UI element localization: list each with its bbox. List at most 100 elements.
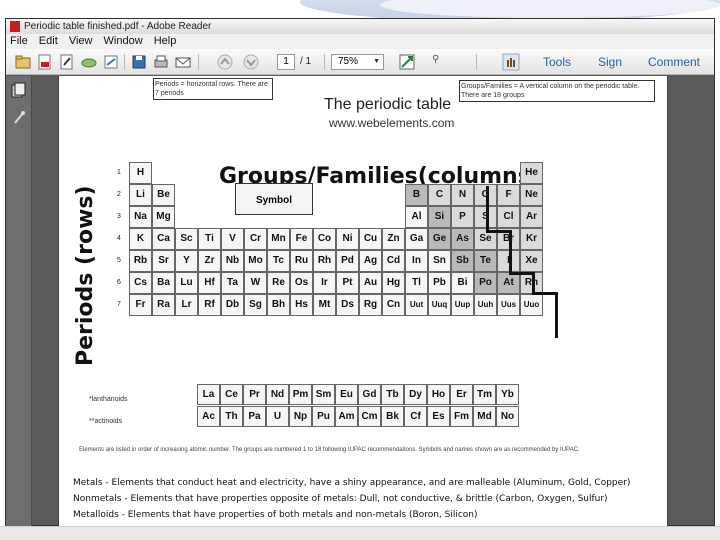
element-cell: Te bbox=[474, 250, 497, 272]
toolbar-separator bbox=[124, 54, 125, 70]
fit-page-icon[interactable] bbox=[398, 53, 416, 71]
actinoids-label: **actinoids bbox=[89, 418, 123, 425]
element-cell: Hg bbox=[382, 272, 405, 294]
element-cell: Ra bbox=[152, 294, 175, 316]
chevron-down-icon: ▼ bbox=[373, 58, 380, 65]
element-cell: Pd bbox=[336, 250, 359, 272]
save-icon[interactable] bbox=[130, 53, 148, 71]
element-key-box: Symbol bbox=[235, 183, 313, 215]
element-cell: No bbox=[496, 406, 519, 427]
element-cell: Db bbox=[221, 294, 244, 316]
element-cell: Ca bbox=[152, 228, 175, 250]
element-cell: La bbox=[197, 384, 220, 405]
metalloid-staircase-line bbox=[486, 186, 489, 232]
next-page-icon[interactable] bbox=[242, 53, 260, 71]
element-cell: Bk bbox=[381, 406, 404, 427]
menu-window[interactable]: Window bbox=[100, 34, 147, 49]
metalloid-staircase-line bbox=[486, 230, 510, 233]
element-cell: Sc bbox=[175, 228, 198, 250]
taskbar bbox=[0, 526, 720, 540]
element-cell: B bbox=[405, 184, 428, 206]
element-cell: Pt bbox=[336, 272, 359, 294]
pdf-page[interactable]: The periodic table www.webelements.com P… bbox=[58, 76, 668, 527]
element-cell: Si bbox=[428, 206, 451, 228]
print-icon[interactable] bbox=[152, 53, 170, 71]
element-cell: N bbox=[451, 184, 474, 206]
element-cell: Cu bbox=[359, 228, 382, 250]
element-cell: Rf bbox=[198, 294, 221, 316]
element-cell: Ce bbox=[220, 384, 243, 405]
element-cell: Ta bbox=[221, 272, 244, 294]
key-symbol: Symbol bbox=[255, 195, 293, 206]
groups-note: Groups/Families = A vertical column on t… bbox=[459, 80, 655, 102]
page-thumbnails-icon[interactable] bbox=[11, 82, 27, 100]
element-cell: At bbox=[497, 272, 520, 294]
element-cell: In bbox=[405, 250, 428, 272]
element-cell: Sn bbox=[428, 250, 451, 272]
element-cell: Uut bbox=[405, 294, 428, 316]
period-number: 2 bbox=[117, 191, 121, 198]
element-cell: Fe bbox=[290, 228, 313, 250]
element-cell: K bbox=[129, 228, 152, 250]
hand-tool-icon[interactable] bbox=[502, 53, 520, 71]
element-cell: Uus bbox=[497, 294, 520, 316]
page-number-input[interactable]: 1 bbox=[277, 54, 295, 70]
tools-button[interactable]: Tools bbox=[543, 55, 571, 69]
element-cell: Fr bbox=[129, 294, 152, 316]
attachments-icon[interactable] bbox=[11, 108, 27, 126]
toolbar-overflow-icon[interactable]: ⚲ bbox=[432, 54, 439, 65]
element-cell: Bh bbox=[267, 294, 290, 316]
metalloid-staircase-line bbox=[509, 272, 533, 275]
element-cell: He bbox=[520, 162, 543, 184]
element-cell: Cr bbox=[244, 228, 267, 250]
element-cell: Gd bbox=[358, 384, 381, 405]
period-number: 3 bbox=[117, 213, 121, 220]
element-cell: H bbox=[129, 162, 152, 184]
menu-edit[interactable]: Edit bbox=[35, 34, 62, 49]
element-cell: Mt bbox=[313, 294, 336, 316]
previous-page-icon[interactable] bbox=[216, 53, 234, 71]
comment-button[interactable]: Comment bbox=[648, 55, 700, 69]
metals-definition: Metals - Elements that conduct heat and … bbox=[73, 478, 631, 488]
menu-help[interactable]: Help bbox=[150, 34, 181, 49]
edit-icon[interactable] bbox=[58, 53, 76, 71]
sign-button[interactable]: Sign bbox=[598, 55, 622, 69]
menu-view[interactable]: View bbox=[65, 34, 97, 49]
cloud-icon[interactable] bbox=[80, 53, 98, 71]
pdf-icon bbox=[10, 21, 20, 32]
element-cell: Zr bbox=[198, 250, 221, 272]
element-cell: Es bbox=[427, 406, 450, 427]
create-pdf-icon[interactable] bbox=[36, 53, 54, 71]
window-title: Periodic table finished.pdf - Adobe Read… bbox=[24, 21, 212, 32]
element-cell: Yb bbox=[496, 384, 519, 405]
element-cell: Ti bbox=[198, 228, 221, 250]
page-total: / 1 bbox=[300, 56, 312, 67]
share-icon[interactable] bbox=[102, 53, 120, 71]
element-cell: Kr bbox=[520, 228, 543, 250]
email-icon[interactable] bbox=[174, 53, 192, 71]
element-cell: Na bbox=[129, 206, 152, 228]
menu-file[interactable]: File bbox=[6, 34, 32, 49]
period-number: 4 bbox=[117, 235, 121, 242]
metalloid-staircase-line bbox=[532, 292, 556, 295]
element-cell: Rb bbox=[129, 250, 152, 272]
element-cell: U bbox=[266, 406, 289, 427]
element-cell: Sg bbox=[244, 294, 267, 316]
menu-bar: File Edit View Window Help bbox=[6, 34, 714, 49]
navigation-pane bbox=[6, 76, 32, 527]
element-cell: Lr bbox=[175, 294, 198, 316]
nonmetals-definition: Nonmetals - Elements that have propertie… bbox=[73, 494, 608, 504]
element-cell: Rg bbox=[359, 294, 382, 316]
zoom-select[interactable]: 75% ▼ bbox=[331, 54, 384, 70]
element-cell: Zn bbox=[382, 228, 405, 250]
metalloids-definition: Metalloids - Elements that have properti… bbox=[73, 510, 478, 520]
element-cell: Cs bbox=[129, 272, 152, 294]
toolbar-separator bbox=[476, 54, 477, 70]
element-cell: Pb bbox=[428, 272, 451, 294]
element-cell: Ho bbox=[427, 384, 450, 405]
open-icon[interactable] bbox=[14, 53, 32, 71]
document-url: www.webelements.com bbox=[329, 116, 455, 130]
toolbar-separator bbox=[324, 54, 325, 70]
element-cell: Ge bbox=[428, 228, 451, 250]
element-cell: Uup bbox=[451, 294, 474, 316]
